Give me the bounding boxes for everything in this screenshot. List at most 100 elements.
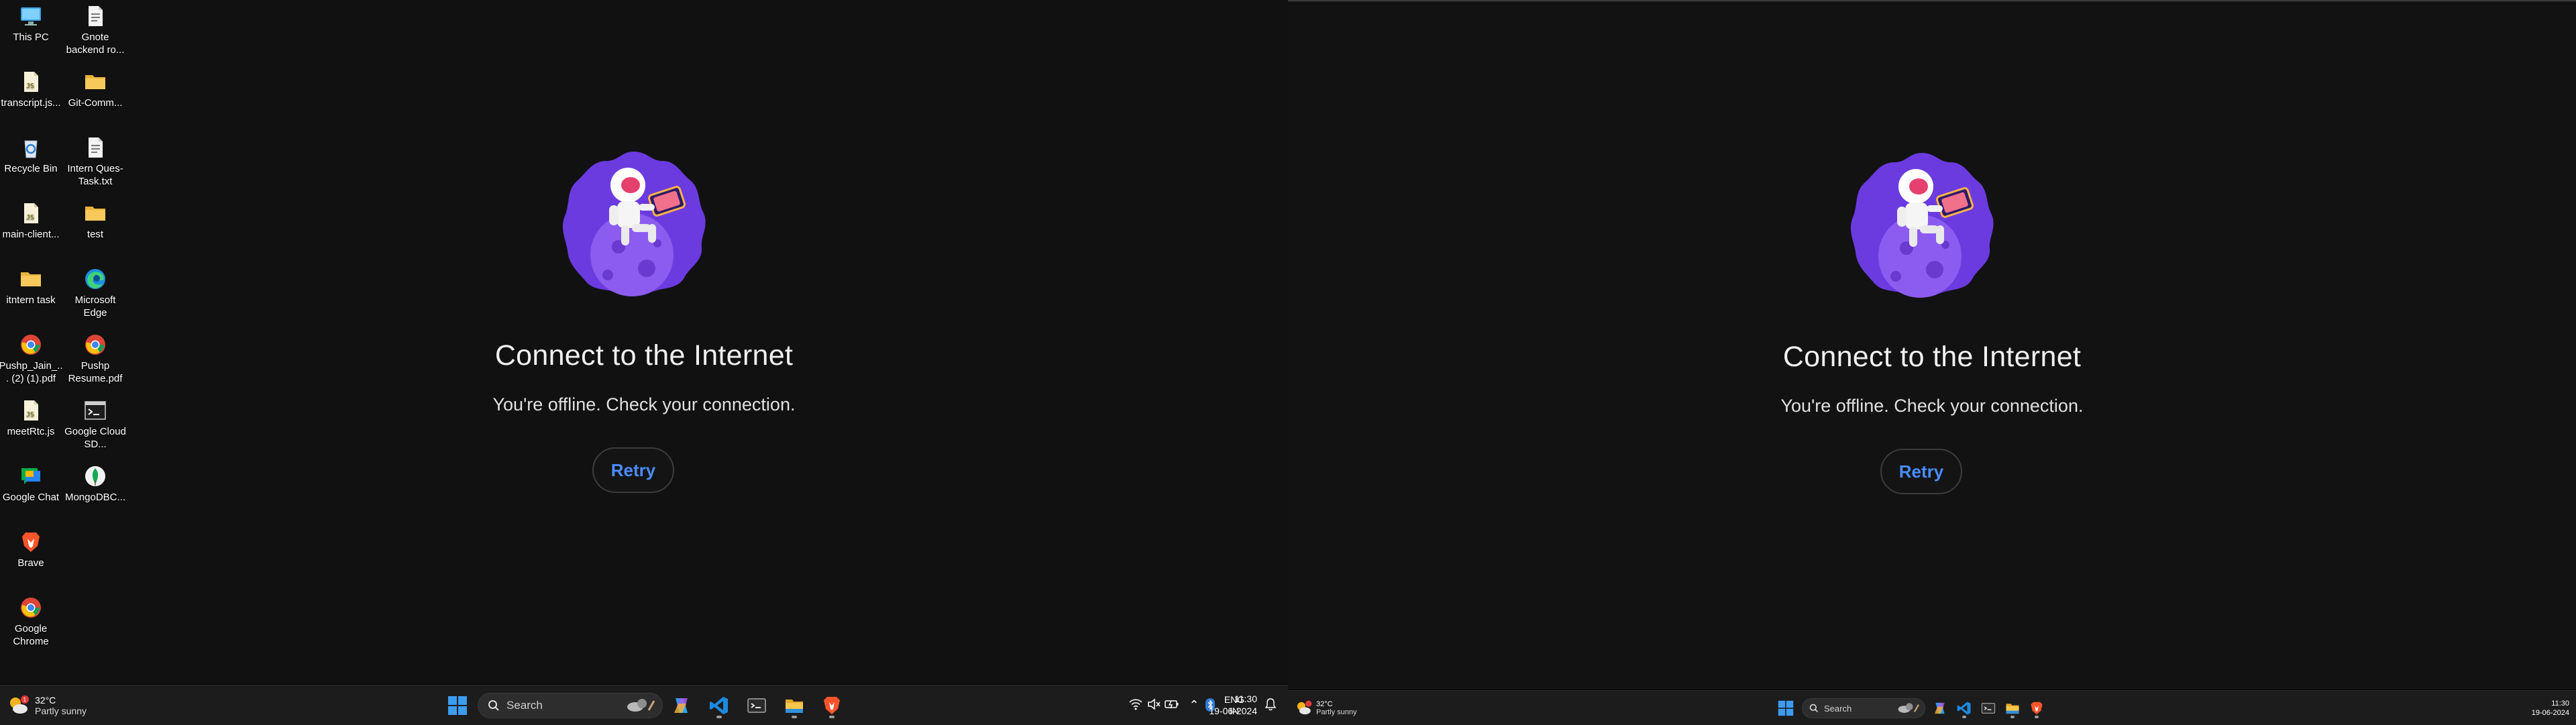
desktop-icon-google-chat[interactable]: Google Chat — [0, 461, 63, 504]
folder-icon — [83, 70, 107, 94]
taskbar-app-vscode[interactable] — [704, 691, 734, 720]
desktop-icon-label: MongoDBC... — [64, 492, 126, 503]
windows-logo-icon — [448, 696, 467, 715]
folder-icon — [786, 700, 803, 713]
taskbar-search[interactable]: Search — [1802, 698, 1925, 718]
desktop-icon-main-client[interactable]: JS main-client... — [0, 199, 63, 241]
chrome-pdf-icon — [83, 333, 107, 357]
desktop-icon-label: Pushp_Jain_... (2) (1).pdf — [0, 360, 63, 384]
search-icon — [488, 700, 499, 711]
weather-widget[interactable]: 32°C Partly sunny — [1295, 695, 1382, 722]
astronaut-illustration — [1850, 153, 1994, 298]
active-indicator — [2035, 716, 2039, 718]
taskbar-app-file-explorer[interactable] — [780, 691, 809, 720]
taskbar-app-terminal[interactable] — [1976, 696, 2000, 720]
desktop-icon-label: Pushp Resume.pdf — [68, 360, 123, 384]
desktop-icon-google-cloud-sdk[interactable]: Google Cloud SD... — [63, 396, 127, 451]
desktop-icon-label: meetRtc.js — [7, 426, 55, 437]
svg-text:JS: JS — [26, 411, 34, 419]
system-tray: 11:30 19-06-2024 — [1127, 685, 1288, 725]
taskbar-app-file-explorer[interactable] — [2000, 696, 2025, 720]
weather-temperature: 32°C — [1316, 700, 1333, 708]
battery-charging-icon — [1165, 700, 1179, 709]
taskbar-app-brave[interactable] — [2025, 696, 2049, 720]
search-label: Search — [1824, 703, 1852, 714]
weather-widget[interactable]: 1 32°C Partly sunny — [7, 689, 114, 722]
js-file-icon: JS — [19, 201, 43, 225]
desktop-icon-itntern-task[interactable]: itntern task — [0, 264, 63, 306]
active-indicator — [829, 716, 835, 718]
clock[interactable]: 11:30 19-06-2024 — [1182, 691, 1257, 718]
offline-message: You're offline. Check your connection. — [1780, 396, 2084, 416]
retry-button[interactable]: Retry — [592, 447, 674, 493]
this-pc-icon — [19, 4, 43, 28]
desktop-icon-label: itntern task — [6, 294, 56, 306]
edge-icon — [83, 267, 107, 291]
text-file-icon — [83, 4, 107, 28]
desktop-icon-google-chrome[interactable]: Google Chrome — [0, 593, 63, 648]
js-file-icon: JS — [19, 398, 43, 423]
desktop-icon-label: This PC — [13, 32, 49, 43]
clock-date: 19-06-2024 — [1209, 706, 1257, 716]
desktop-icon-label: Brave — [17, 557, 44, 569]
weather-description: Partly sunny — [1316, 708, 1357, 716]
weather-description: Partly sunny — [35, 706, 87, 716]
desktop-icon-label: transcript.js... — [1, 97, 61, 109]
browser-offline-page: Connect to the Internet You're offline. … — [1288, 1, 2576, 689]
battery-tray-button[interactable] — [1163, 694, 1181, 714]
taskbar-app-brave[interactable] — [817, 691, 847, 720]
desktop-icon-microsoft-edge[interactable]: Microsoft Edge — [63, 264, 127, 319]
taskbar-app-terminal[interactable] — [742, 691, 771, 720]
astronaut-illustration — [562, 152, 706, 296]
svg-text:1: 1 — [23, 697, 27, 703]
desktop-icon-intern-ques[interactable]: Intern Ques-Task.txt — [63, 133, 127, 188]
partly-sunny-icon: 1 — [10, 695, 29, 714]
recycle-bin-icon — [19, 135, 43, 160]
desktop-icon-label: Microsoft Edge — [74, 294, 116, 319]
taskbar-app-copilot[interactable] — [1928, 696, 1952, 720]
active-indicator — [716, 716, 722, 718]
desktop-icon-label: Google Chat — [2, 492, 60, 503]
taskbar-search[interactable]: Search — [478, 693, 663, 718]
folder-icon — [2006, 704, 2019, 714]
desktop-icon-label: Gnote backend ro... — [66, 32, 125, 56]
retry-button[interactable]: Retry — [1880, 449, 1962, 494]
start-button[interactable] — [443, 691, 472, 720]
desktop-icon-gnote[interactable]: Gnote backend ro... — [63, 1, 127, 56]
taskbar-app-copilot[interactable] — [667, 691, 696, 720]
folder-icon — [19, 267, 43, 291]
wifi-tray-button[interactable] — [1127, 694, 1144, 714]
taskbar-app-vscode[interactable] — [1952, 696, 1976, 720]
desktop-icon-recycle-bin[interactable]: Recycle Bin — [0, 133, 63, 175]
desktop-icon-pushp-resume[interactable]: Pushp Resume.pdf — [63, 330, 127, 385]
offline-message: You're offline. Check your connection. — [492, 394, 796, 414]
volume-tray-button[interactable] — [1146, 694, 1162, 714]
desktop-icon-git-comm[interactable]: Git-Comm... — [63, 67, 127, 109]
desktop-icon-test[interactable]: test — [63, 199, 127, 241]
search-icon — [1809, 704, 1818, 712]
active-indicator — [2010, 716, 2015, 718]
start-button[interactable] — [1774, 696, 1798, 720]
windows-logo-icon — [1778, 700, 1794, 716]
desktop-icon-mongodb[interactable]: MongoDBC... — [63, 461, 127, 504]
taskbar: 1 32°C Partly sunny Search ⌃ ENG IN — [0, 685, 1288, 725]
search-label: Search — [506, 699, 543, 712]
clock[interactable]: 11:30 19-06-2024 — [2508, 696, 2569, 720]
copilot-icon — [674, 698, 688, 713]
desktop-icon-meetrtc[interactable]: JS meetRtc.js — [0, 396, 63, 438]
desktop-icon-transcript[interactable]: JS transcript.js... — [0, 67, 63, 109]
terminal-icon — [1981, 703, 1996, 714]
desktop-icon-pushp-jain-pdf[interactable]: Pushp_Jain_... (2) (1).pdf — [0, 330, 63, 385]
right-monitor: Connect to the Internet You're offline. … — [1288, 0, 2576, 725]
desktop-icon-label: Google Chrome — [13, 623, 49, 647]
desktop-icon-label: Google Cloud SD... — [64, 426, 126, 450]
desktop-icon-label: Recycle Bin — [4, 163, 58, 174]
clock-time: 11:30 — [1234, 693, 1257, 704]
desktop-icon-label: test — [87, 229, 104, 240]
bell-icon — [1265, 698, 1277, 711]
desktop-icon-brave[interactable]: Brave — [0, 527, 63, 569]
weather-temperature: 32°C — [35, 695, 56, 706]
notification-button[interactable] — [1261, 694, 1280, 714]
desktop-icon-this-pc[interactable]: This PC — [0, 1, 63, 44]
offline-title: Connect to the Internet — [494, 339, 794, 372]
